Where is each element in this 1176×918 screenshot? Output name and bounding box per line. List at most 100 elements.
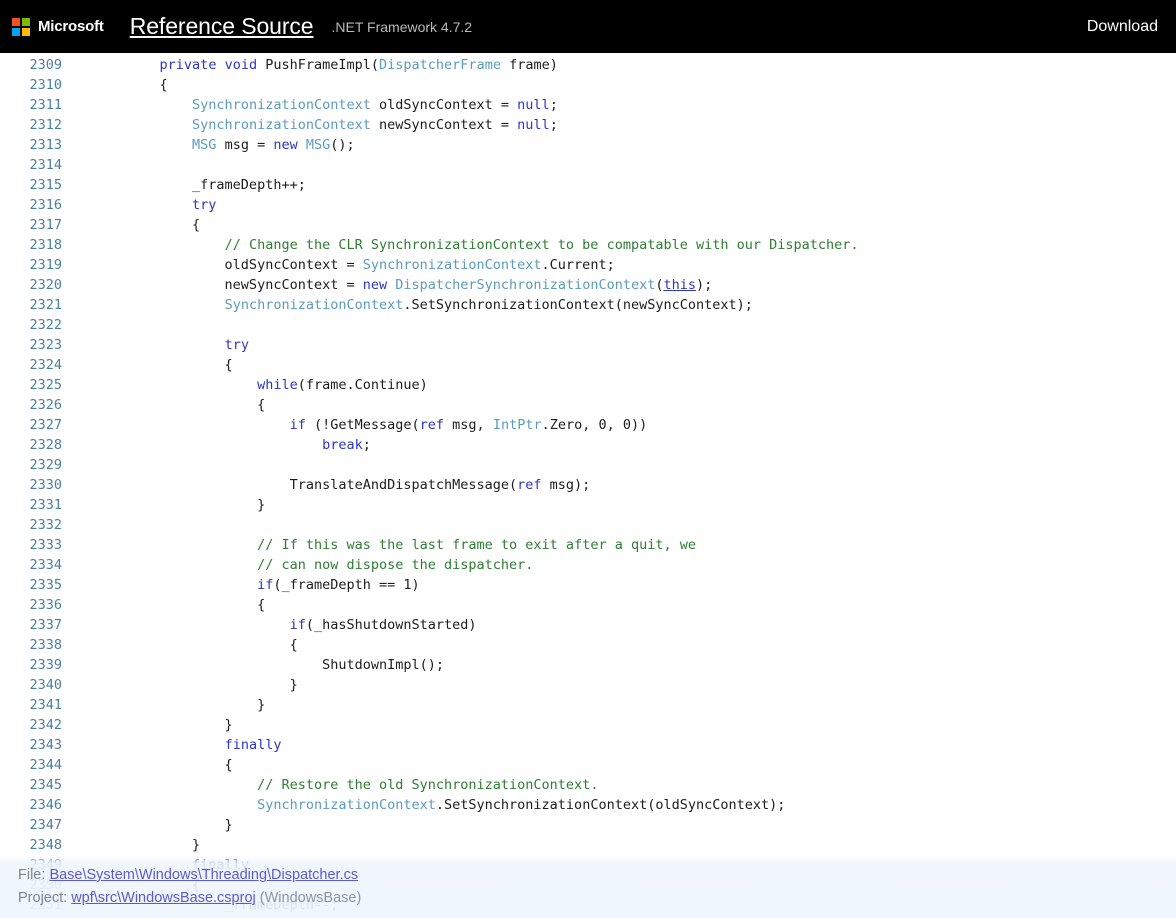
code-token: ; [549,97,558,113]
code-token: oldSyncContext = [370,97,518,113]
code-line: 2334 // can now dispose the dispatcher. [0,555,859,575]
code-line: 2348 } [0,835,859,855]
code-line: 2341 } [0,695,859,715]
code-token: .Current; [541,257,615,273]
code-token: DispatcherSynchronizationContext [395,277,656,293]
logo-square-blue [12,27,20,36]
code-line-source [62,155,859,175]
code-line-source: SynchronizationContext.SetSynchronizatio… [62,295,859,315]
project-path-link[interactable]: wpf\src\WindowsBase.csproj [71,890,256,906]
code-token: .SetSynchronizationContext(oldSyncContex… [435,797,786,813]
code-line-source: // Change the CLR SynchronizationContext… [62,235,859,255]
code-symbol-link[interactable]: this [664,277,697,293]
code-line: 2343 finally [0,735,859,755]
file-label: File: [18,867,46,883]
code-line: 2331 } [0,495,859,515]
source-code-viewer[interactable]: 2309 private void PushFrameImpl(Dispatch… [0,53,1176,918]
code-line: 2335 if(_frameDepth == 1) [0,575,859,595]
code-token: { [62,597,266,613]
code-line-source: private void PushFrameImpl(DispatcherFra… [62,55,859,75]
code-line: 2310 { [0,75,859,95]
line-number: 2325 [29,377,62,393]
code-line-source: // can now dispose the dispatcher. [62,555,859,575]
download-link[interactable]: Download [1087,18,1158,35]
line-number: 2340 [29,677,62,693]
framework-version-label: .NET Framework 4.7.2 [331,18,473,35]
line-number: 2310 [29,77,62,93]
code-line-source: ShutdownImpl(); [62,655,859,675]
code-line-source: { [62,635,859,655]
code-line: 2338 { [0,635,859,655]
code-line: 2344 { [0,755,859,775]
line-number: 2337 [29,617,62,633]
line-number: 2328 [29,437,62,453]
code-line: 2330 TranslateAndDispatchMessage(ref msg… [0,475,859,495]
line-number: 2326 [29,397,62,413]
line-number: 2320 [29,277,62,293]
code-token: SynchronizationContext [192,117,371,133]
code-line-source: if(_frameDepth == 1) [62,575,859,595]
line-number: 2319 [29,257,62,273]
code-line-source: { [62,755,859,775]
code-token: } [62,497,266,513]
line-number: 2339 [29,657,62,673]
code-line-source: oldSyncContext = SynchronizationContext.… [62,255,859,275]
source-code-table: 2309 private void PushFrameImpl(Dispatch… [0,55,859,915]
microsoft-home-link[interactable]: Microsoft [12,17,104,36]
code-token: // If this was the last frame to exit af… [257,537,696,553]
code-line: 2315 _frameDepth++; [0,175,859,195]
reference-source-title[interactable]: Reference Source [130,15,314,38]
file-path-link[interactable]: Base\System\Windows\Threading\Dispatcher… [49,867,358,883]
code-line-source: finally [62,735,859,755]
project-label: Project: [18,890,68,906]
line-number: 2348 [29,837,62,853]
code-token: oldSyncContext = [62,257,363,273]
code-token: private [159,57,217,73]
code-token: SynchronizationContext [192,97,371,113]
line-number: 2322 [29,317,62,333]
code-line-source: TranslateAndDispatchMessage(ref msg); [62,475,859,495]
code-token: msg = [216,137,274,153]
microsoft-squares-icon [12,17,30,36]
line-number: 2330 [29,477,62,493]
code-token: ); [696,277,713,293]
code-line-source: { [62,75,859,95]
code-line: 2328 break; [0,435,859,455]
code-line: 2323 try [0,335,859,355]
code-token: msg, [444,417,493,433]
code-line: 2324 { [0,355,859,375]
code-token: // Change the CLR SynchronizationContext… [224,237,859,253]
line-number: 2323 [29,337,62,353]
code-line: 2314 [0,155,859,175]
code-line-source: { [62,215,859,235]
code-line: 2322 [0,315,859,335]
code-token: if [289,417,306,433]
line-number: 2312 [29,117,62,133]
code-token: newSyncContext = [62,277,363,293]
code-token: (!GetMessage( [305,417,420,433]
code-token: _frameDepth++; [62,177,306,193]
line-number: 2314 [29,157,62,173]
code-token: } [62,697,266,713]
code-token: null [517,97,550,113]
code-line-source: break; [62,435,859,455]
code-token: SynchronizationContext [362,257,542,273]
code-token: (_frameDepth == 1) [273,577,420,593]
microsoft-wordmark: Microsoft [38,18,104,35]
code-line: 2345 // Restore the old SynchronizationC… [0,775,859,795]
code-token: IntPtr [492,417,542,433]
code-line-source: if (!GetMessage(ref msg, IntPtr.Zero, 0,… [62,415,859,435]
code-token: } [62,717,233,733]
code-token: { [62,217,201,233]
code-line-source: SynchronizationContext.SetSynchronizatio… [62,795,859,815]
code-token: ShutdownImpl(); [62,657,445,673]
code-line: 2326 { [0,395,859,415]
code-line: 2327 if (!GetMessage(ref msg, IntPtr.Zer… [0,415,859,435]
logo-square-red [12,17,20,26]
code-token: { [62,637,298,653]
